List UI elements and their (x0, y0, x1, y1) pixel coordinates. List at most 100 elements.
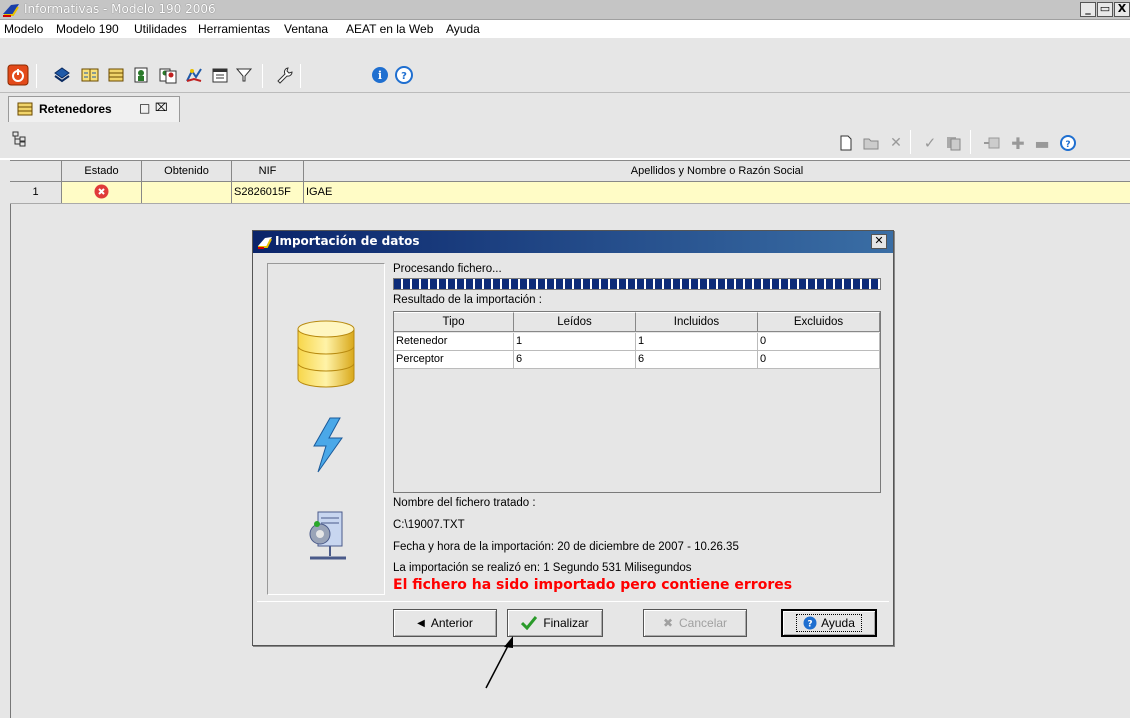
progress-fill (394, 279, 880, 289)
menu-item-modelo-190[interactable]: Modelo 190 (56, 22, 119, 36)
import-icon[interactable] (980, 130, 1004, 156)
new-document-icon[interactable] (834, 130, 858, 156)
nif-cell: S2826015F (232, 182, 304, 203)
column-header-leidos[interactable]: Leídos (514, 312, 636, 332)
column-header-tipo[interactable]: Tipo (394, 312, 514, 332)
tipo-cell: Perceptor (394, 351, 514, 369)
svg-text:?: ? (401, 71, 407, 82)
tree-icon[interactable] (8, 126, 32, 152)
obtenido-cell (142, 182, 232, 203)
power-icon[interactable] (6, 62, 30, 88)
cancel-x-icon: ✖ (662, 616, 674, 630)
toolbar-top-strip (0, 38, 1130, 58)
add-row-icon[interactable]: ✚ (1006, 130, 1030, 156)
menu-item-ventana[interactable]: Ventana (284, 22, 328, 36)
help-icon[interactable]: ? (392, 62, 416, 88)
check-icon (521, 616, 538, 630)
ayuda-button[interactable]: ? Ayuda (781, 609, 877, 637)
column-header-nombre[interactable]: Apellidos y Nombre o Razón Social (304, 161, 1130, 182)
table-book-icon[interactable] (78, 62, 102, 88)
person-card-icon[interactable] (130, 62, 154, 88)
svg-text:?: ? (1065, 140, 1070, 150)
svg-text:?: ? (807, 620, 812, 630)
import-dialog: Importación de datos ✕ Procesando ficher… (252, 230, 894, 646)
finalizar-label: Finalizar (543, 616, 589, 630)
tab-retenedores[interactable]: Retenedores □ ⌧ (8, 96, 180, 122)
window-titlebar: Informativas - Modelo 190 2006 _ ▭ X (0, 0, 1130, 20)
finalizar-button[interactable]: Finalizar (507, 609, 603, 637)
minimize-button[interactable]: _ (1080, 2, 1096, 17)
aeat-logo-icon (258, 237, 272, 249)
error-status-icon (94, 184, 109, 199)
ayuda-label: Ayuda (821, 616, 855, 630)
help-small-icon[interactable]: ? (1056, 130, 1080, 156)
menu-item-herramientas[interactable]: Herramientas (198, 22, 270, 36)
file-path: C:\19007.TXT (393, 519, 465, 531)
server-network-icon (309, 511, 346, 560)
leidos-cell: 1 (514, 333, 636, 351)
pointer-arrow-annotation (485, 636, 513, 689)
result-table: Tipo Leídos Incluidos Excluidos Retenedo… (393, 311, 881, 493)
book-icon[interactable] (50, 62, 74, 88)
nombre-cell: IGAE (306, 186, 333, 198)
svg-text:i: i (378, 69, 382, 82)
row-number[interactable]: 1 (10, 182, 62, 203)
anterior-button[interactable]: ◀ Anterior (393, 609, 497, 637)
copy-icon[interactable] (942, 130, 966, 156)
menu-item-aeat-web[interactable]: AEAT en la Web (346, 22, 433, 36)
wrench-icon[interactable] (272, 62, 296, 88)
incluidos-cell: 1 (636, 333, 758, 351)
column-header-obtenido[interactable]: Obtenido (142, 161, 232, 182)
chart-icon[interactable] (182, 62, 206, 88)
anterior-label: Anterior (430, 616, 473, 630)
error-message: El fichero ha sido importado pero contie… (393, 577, 793, 593)
cancelar-button[interactable]: ✖ Cancelar (643, 609, 747, 637)
grid-icon[interactable] (104, 62, 128, 88)
aeat-logo-icon (3, 4, 19, 17)
info-icon[interactable]: i (368, 62, 392, 88)
open-folder-icon[interactable] (860, 130, 884, 156)
cancelar-label: Cancelar (679, 616, 728, 630)
tab-label: Retenedores (39, 102, 112, 116)
column-header-nif[interactable]: NIF (232, 161, 304, 182)
dialog-close-button[interactable]: ✕ (871, 234, 887, 249)
lightning-icon (313, 417, 343, 473)
progress-bar (393, 278, 881, 290)
arrow-left-icon: ◀ (417, 617, 425, 629)
incluidos-cell: 6 (636, 351, 758, 369)
menu-item-ayuda[interactable]: Ayuda (446, 22, 480, 36)
close-tab-icon[interactable]: ⌧ (155, 101, 168, 114)
close-window-button[interactable]: X (1114, 2, 1130, 17)
maximize-tab-icon[interactable]: □ (139, 101, 150, 115)
remove-row-icon[interactable]: ▬ (1030, 130, 1054, 156)
delete-icon[interactable]: ✕ (884, 130, 908, 156)
processing-label: Procesando fichero... (393, 263, 502, 275)
menu-item-utilidades[interactable]: Utilidades (134, 22, 187, 36)
dialog-titlebar: Importación de datos ✕ (253, 231, 893, 253)
filter-icon[interactable] (232, 62, 256, 88)
leidos-cell: 6 (514, 351, 636, 369)
table-row[interactable]: 1 S2826015F IGAE (10, 182, 1130, 204)
estado-cell (62, 182, 142, 203)
column-header-incluidos[interactable]: Incluidos (636, 312, 758, 332)
menu-item-modelo[interactable]: Modelo (4, 22, 43, 36)
validate-icon[interactable]: ✓ (918, 130, 942, 156)
left-gutter (0, 160, 10, 718)
file-label: Nombre del fichero tratado : (393, 497, 536, 509)
column-header-index[interactable] (10, 161, 62, 182)
maximize-button[interactable]: ▭ (1097, 2, 1113, 17)
illustration-panel (267, 263, 385, 595)
import-duration: La importación se realizó en: 1 Segundo … (393, 562, 692, 574)
column-header-excluidos[interactable]: Excluidos (758, 312, 880, 332)
tipo-cell: Retenedor (394, 333, 514, 351)
calendar-icon[interactable] (208, 62, 232, 88)
help-icon: ? (803, 616, 817, 630)
grid-header: Estado Obtenido NIF Apellidos y Nombre o… (10, 160, 1130, 182)
excluidos-cell: 0 (758, 351, 880, 369)
persons-icon[interactable] (156, 62, 180, 88)
menu-bar: Modelo Modelo 190 Utilidades Herramienta… (0, 20, 1130, 38)
table-icon (17, 102, 33, 116)
column-header-estado[interactable]: Estado (62, 161, 142, 182)
import-datetime: Fecha y hora de la importación: 20 de di… (393, 541, 739, 553)
dialog-title: Importación de datos (275, 234, 420, 248)
